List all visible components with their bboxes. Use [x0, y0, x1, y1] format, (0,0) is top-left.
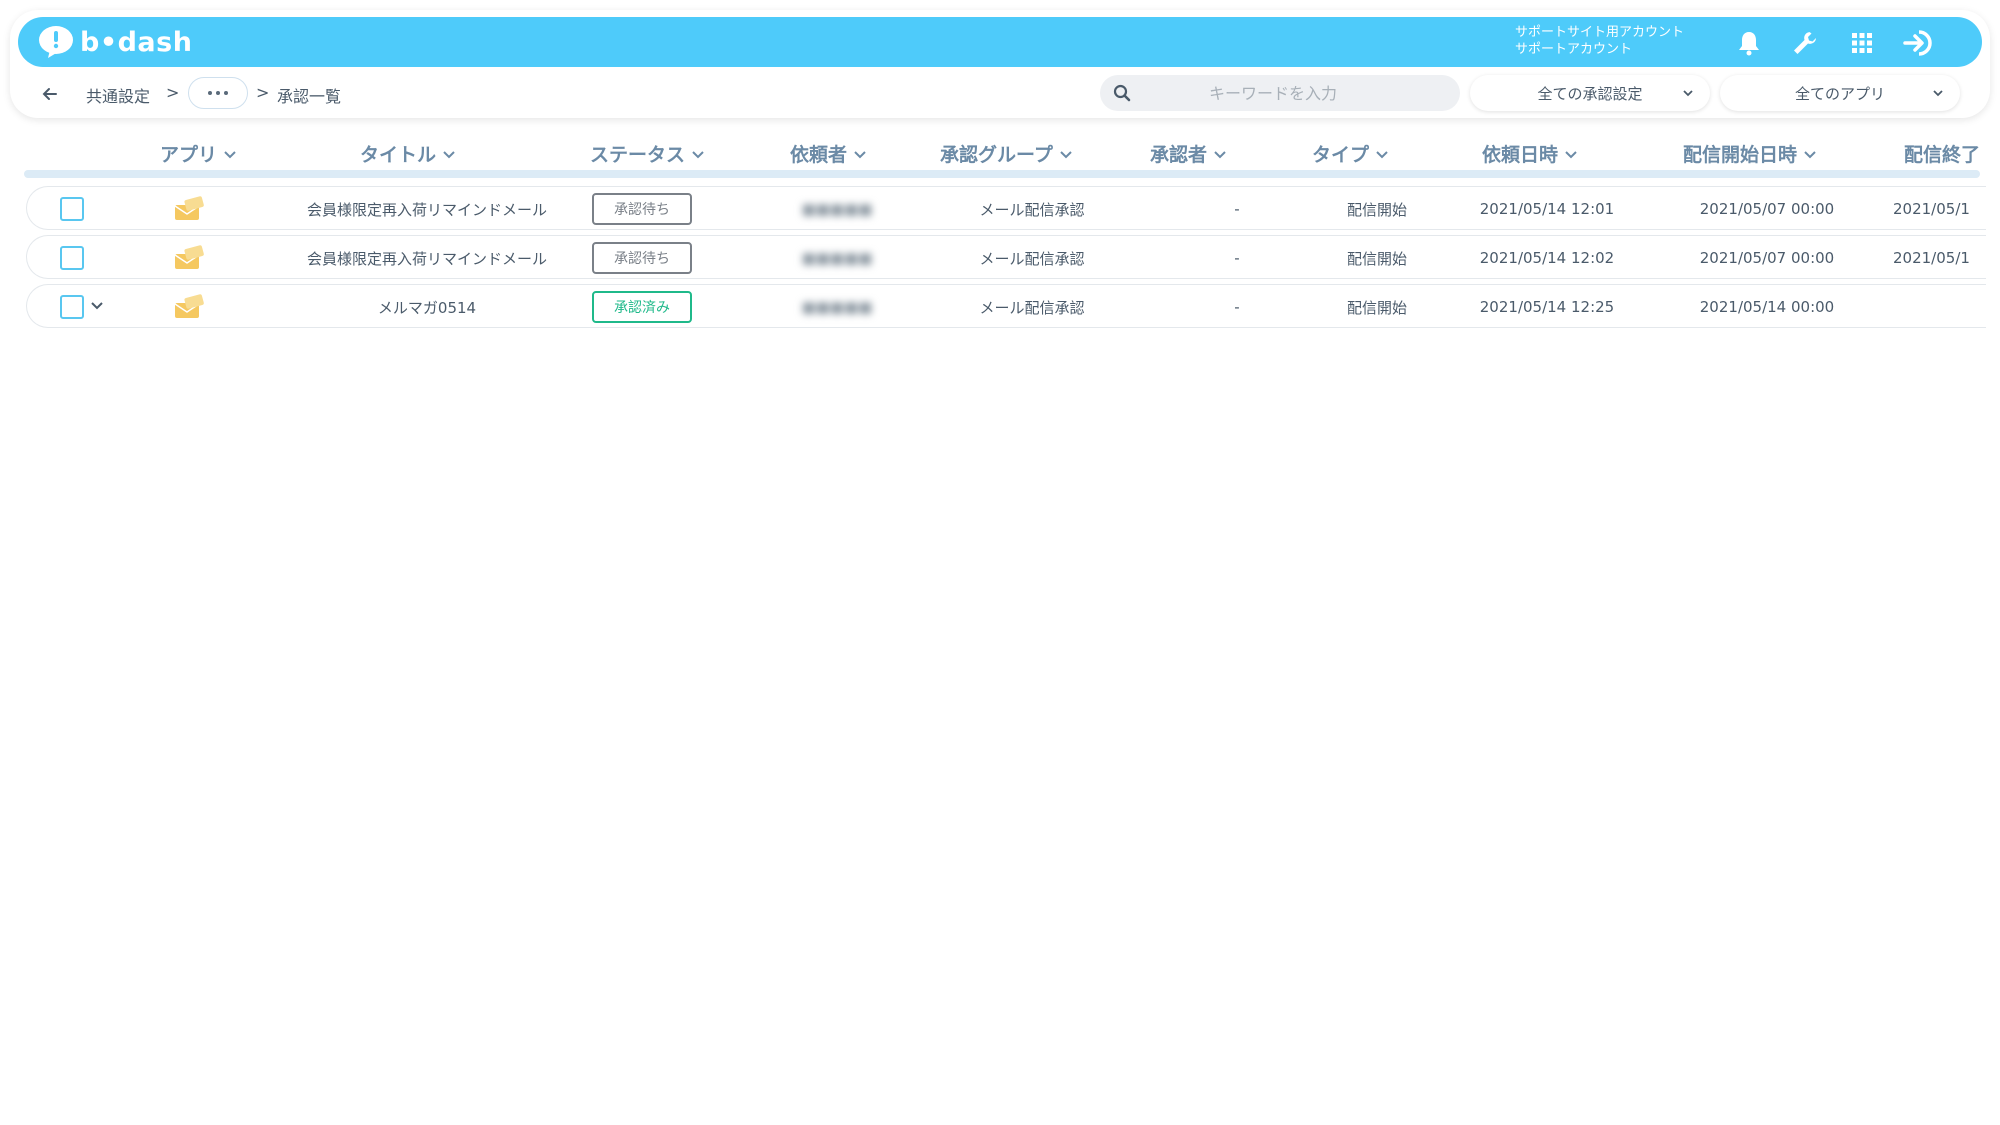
sub-toolbar: 共通設定 > > 承認一覧 全ての承認設定 全てのアプリ: [0, 72, 2000, 114]
status-badge: 承認待ち: [592, 242, 692, 274]
row-approval-group: メール配信承認: [979, 200, 1085, 219]
column-header-status[interactable]: ステータス: [590, 140, 705, 167]
column-header-approval-group[interactable]: 承認グループ: [940, 140, 1073, 167]
logo-bubble-icon: [39, 26, 73, 58]
search-input[interactable]: [1128, 83, 1418, 103]
column-header-label: 承認グループ: [940, 144, 1053, 166]
column-header-label: ステータス: [590, 144, 686, 166]
column-header-label: 承認者: [1150, 144, 1208, 166]
row-end-at: 2021/05/1: [1893, 249, 1970, 267]
status-badge: 承認済み: [592, 291, 692, 323]
column-header-approver[interactable]: 承認者: [1150, 140, 1227, 167]
search-box: [1100, 75, 1460, 111]
account-name-line2: サポートアカウント: [1515, 42, 1633, 57]
row-requester: ■■■■■: [801, 298, 873, 316]
chevron-down-icon: [1683, 90, 1693, 97]
row-approver: -: [1234, 200, 1240, 218]
wrench-icon[interactable]: [1788, 26, 1822, 60]
column-header-label: 配信終了: [1904, 144, 1981, 166]
status-badge: 承認待ち: [592, 193, 692, 225]
row-checkbox[interactable]: [60, 197, 84, 221]
account-name-line1: サポートサイト用アカウント: [1515, 25, 1685, 40]
chevron-down-icon: [224, 150, 236, 158]
chevron-down-icon: [1565, 150, 1577, 158]
breadcrumb-separator: >: [166, 83, 180, 102]
top-navigation-bar: b•dash サポートサイト用アカウント サポートアカウント: [18, 17, 1982, 67]
logo[interactable]: b•dash: [36, 24, 192, 60]
row-approver: -: [1234, 249, 1240, 267]
row-approver: -: [1234, 298, 1240, 316]
chevron-down-icon: [1060, 150, 1072, 158]
chevron-down-icon: [1214, 150, 1226, 158]
row-type: 配信開始: [1346, 298, 1407, 317]
search-icon: [1113, 84, 1131, 102]
approval-setting-filter[interactable]: 全ての承認設定: [1470, 75, 1710, 111]
bell-icon[interactable]: [1732, 26, 1766, 60]
row-type: 配信開始: [1346, 200, 1407, 219]
row-checkbox[interactable]: [60, 295, 84, 319]
column-header-label: タイプ: [1312, 144, 1370, 166]
row-end-at: [1893, 285, 1987, 329]
row-start-at: 2021/05/07 00:00: [1699, 249, 1835, 267]
chevron-down-icon: [1933, 90, 1943, 97]
table-row[interactable]: メルマガ0514 承認済み ■■■■■ メール配信承認 - 配信開始 2021/…: [26, 284, 1986, 328]
row-checkbox[interactable]: [60, 246, 84, 270]
breadcrumb-more-button[interactable]: [188, 77, 248, 109]
back-arrow-icon[interactable]: [38, 82, 62, 106]
table-row[interactable]: 会員様限定再入荷リマインドメール 承認待ち ■■■■■ メール配信承認 - 配信…: [26, 235, 1986, 279]
app-filter[interactable]: 全てのアプリ: [1720, 75, 1960, 111]
breadcrumb-separator: >: [256, 83, 270, 102]
column-header-requester[interactable]: 依頼者: [790, 140, 867, 167]
column-header-label: タイトル: [360, 144, 437, 166]
table-header: アプリ タイトル ステータス 依頼者 承認グループ 承認者 タイプ 依頼日時 配…: [0, 136, 2000, 172]
breadcrumb-item-common-settings[interactable]: 共通設定: [86, 83, 150, 107]
chevron-down-icon: [692, 150, 704, 158]
column-header-requested-at[interactable]: 依頼日時: [1482, 140, 1578, 167]
column-header-end-at[interactable]: 配信終了: [1904, 140, 1980, 167]
chevron-down-icon: [443, 150, 455, 158]
column-header-start-at[interactable]: 配信開始日時: [1683, 140, 1817, 167]
app-filter-value: 全てのアプリ: [1794, 84, 1885, 103]
row-requester: ■■■■■: [801, 200, 873, 218]
row-requester: ■■■■■: [801, 249, 873, 267]
row-end-at: 2021/05/1: [1893, 200, 1970, 218]
chevron-down-icon: [1804, 150, 1816, 158]
apps-grid-icon[interactable]: [1845, 26, 1879, 60]
chevron-down-icon: [1376, 150, 1388, 158]
row-requested-at: 2021/05/14 12:01: [1479, 200, 1615, 218]
breadcrumb-current: 承認一覧: [277, 87, 342, 106]
horizontal-scrollbar[interactable]: [24, 170, 1980, 178]
row-approval-group: メール配信承認: [979, 249, 1085, 268]
row-start-at: 2021/05/14 00:00: [1699, 298, 1835, 316]
table-row[interactable]: 会員様限定再入荷リマインドメール 承認待ち ■■■■■ メール配信承認 - 配信…: [26, 186, 1986, 230]
expand-chevron-icon[interactable]: [89, 297, 105, 313]
account-info[interactable]: サポートサイト用アカウント サポートアカウント: [1515, 24, 1684, 58]
chevron-down-icon: [854, 150, 866, 158]
column-header-type[interactable]: タイプ: [1312, 140, 1389, 167]
row-type: 配信開始: [1346, 249, 1407, 268]
column-header-label: 配信開始日時: [1683, 144, 1798, 166]
approval-setting-filter-value: 全ての承認設定: [1537, 84, 1643, 103]
column-header-label: 依頼者: [790, 144, 848, 166]
column-header-label: アプリ: [160, 144, 218, 166]
logout-icon[interactable]: [1902, 26, 1936, 60]
row-start-at: 2021/05/07 00:00: [1699, 200, 1835, 218]
column-header-app[interactable]: アプリ: [160, 140, 237, 167]
logo-text: b•dash: [80, 26, 193, 58]
row-requested-at: 2021/05/14 12:02: [1479, 249, 1615, 267]
column-header-title[interactable]: タイトル: [360, 140, 456, 167]
column-header-label: 依頼日時: [1482, 144, 1559, 166]
row-requested-at: 2021/05/14 12:25: [1479, 298, 1615, 316]
row-approval-group: メール配信承認: [979, 298, 1085, 317]
